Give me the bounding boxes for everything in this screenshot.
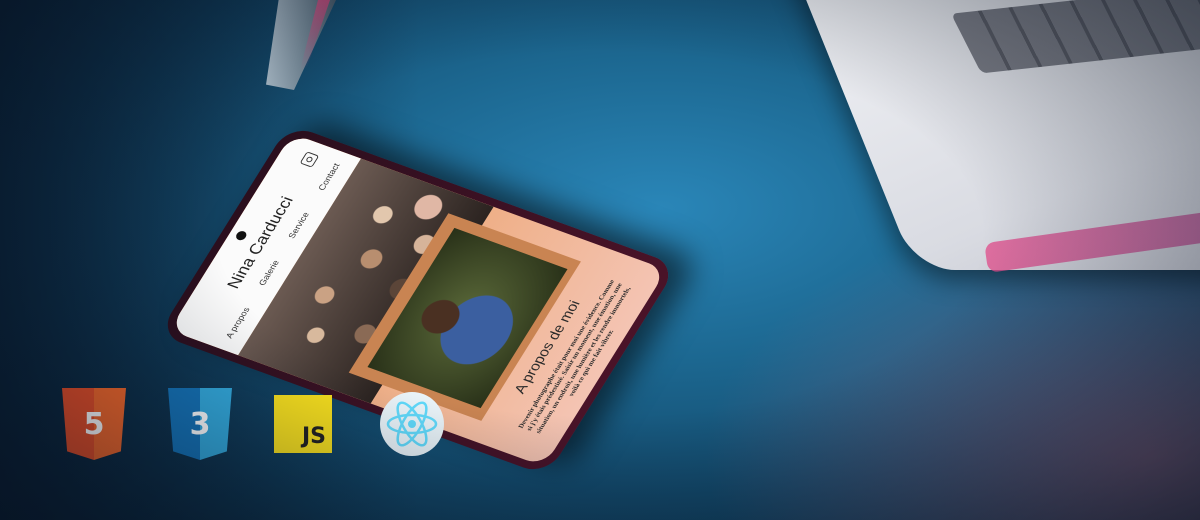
javascript-icon: JS [274,395,332,453]
html5-icon: 5 [62,388,126,460]
tech-logos: 5 3 JS [62,388,444,460]
nav-link-service[interactable]: Service [286,211,311,240]
camera-hole [234,229,249,242]
react-logo [380,388,444,460]
html5-logo: 5 [62,388,126,460]
react-icon [380,392,444,456]
css3-icon: 3 [168,388,232,460]
nav-link-galerie[interactable]: Galerie [257,259,281,287]
css3-logo: 3 [168,388,232,460]
scene: Nina Carducci A propos Galerie Service C… [0,0,1200,520]
nav-link-contact[interactable]: Contact [316,162,341,192]
javascript-logo: JS [274,388,338,460]
